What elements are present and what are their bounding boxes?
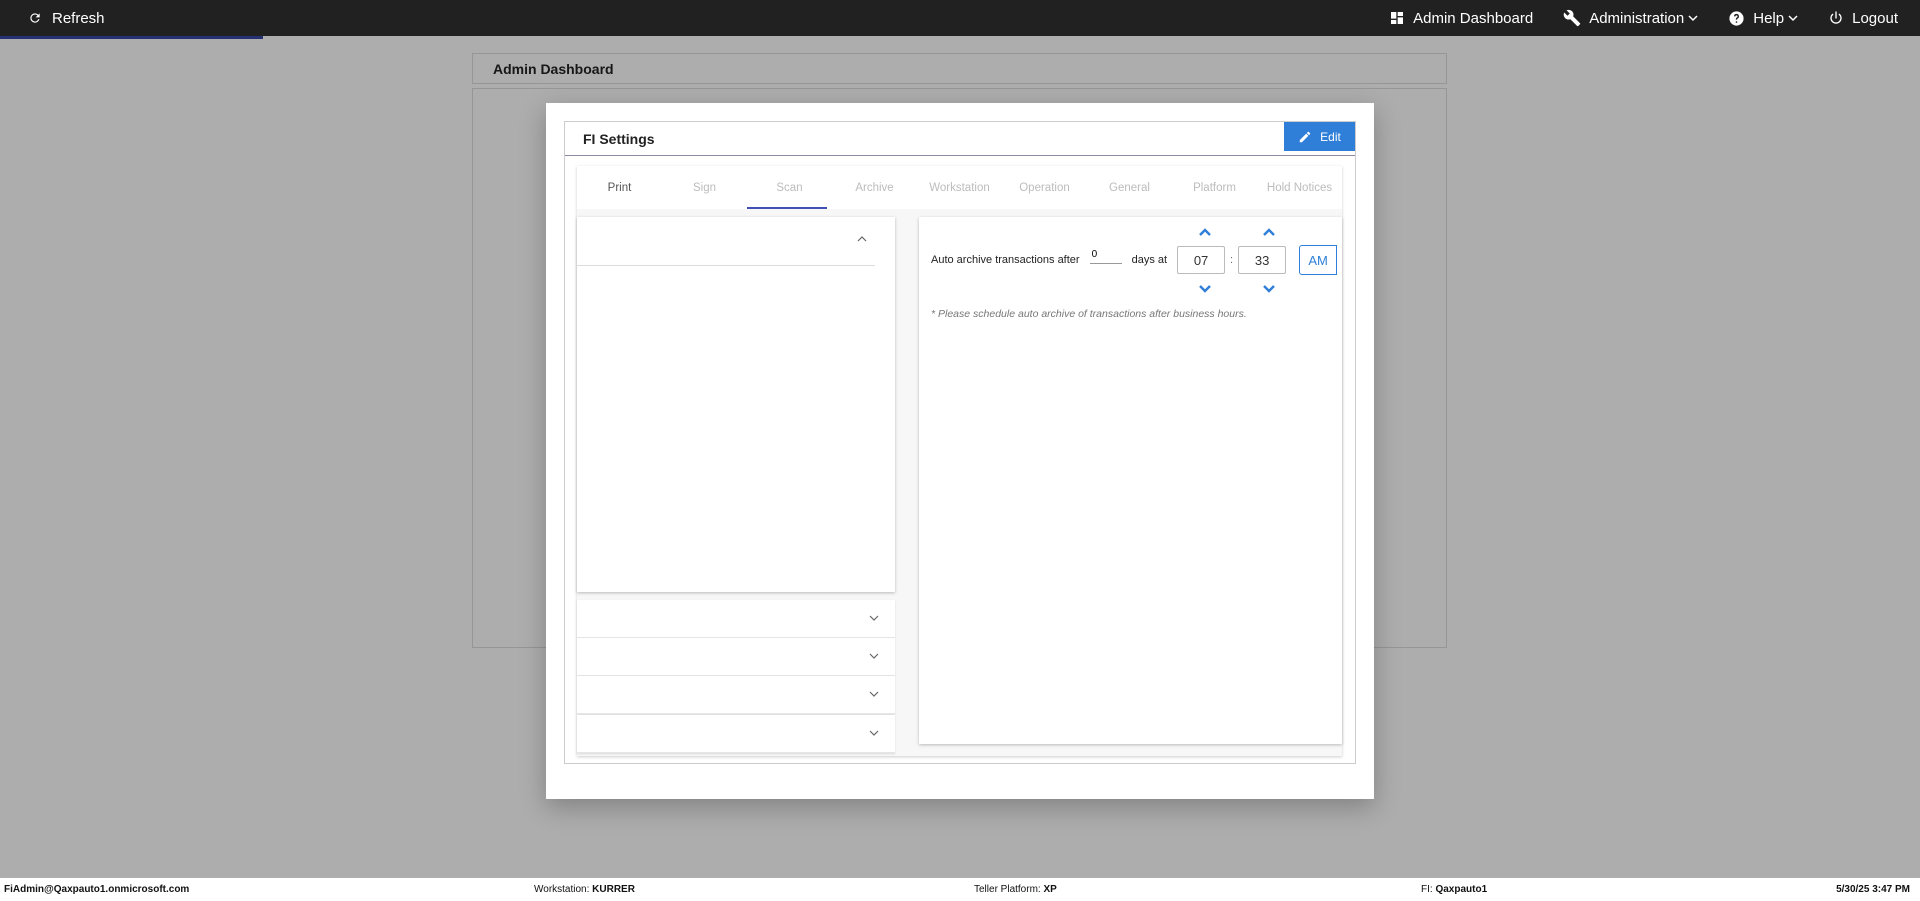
wrench-icon <box>1563 9 1581 27</box>
archive-days-input[interactable] <box>1089 248 1122 264</box>
settings-tab-container: Print Sign Scan Archive Workstation Oper… <box>577 166 1342 756</box>
chevron-down-icon <box>869 653 879 659</box>
dialog-title: FI Settings <box>583 130 655 147</box>
tab-print[interactable]: Print <box>577 166 662 209</box>
chevron-down-icon <box>869 730 879 736</box>
help-circle-icon <box>1729 10 1744 26</box>
expanded-panel-header[interactable] <box>577 217 875 266</box>
status-datetime: 5/30/25 3:47 PM <box>1836 884 1910 895</box>
time-separator: : <box>1230 254 1234 266</box>
nav-logout[interactable]: Logout <box>1828 10 1898 27</box>
nav-help[interactable]: Help <box>1728 10 1798 27</box>
status-platform-value: XP <box>1043 884 1057 895</box>
status-bar: FiAdmin@Qaxpauto1.onmicrosoft.com Workst… <box>0 878 1920 901</box>
nav-admin-dashboard-label: Admin Dashboard <box>1413 9 1534 27</box>
tab-workstation[interactable]: Workstation <box>917 166 1002 209</box>
archive-settings-panel: Auto archive transactions after days at … <box>919 217 1342 744</box>
expanded-panel <box>577 217 895 592</box>
status-workstation-value: KURRER <box>592 884 635 895</box>
accordion-item[interactable] <box>577 715 895 753</box>
hour-increment-icon[interactable] <box>1198 227 1212 237</box>
accordion-item[interactable] <box>577 600 895 638</box>
chevron-down-icon <box>1688 15 1698 22</box>
dialog-header: FI Settings Edit <box>565 122 1355 156</box>
nav-administration-label: Administration <box>1589 9 1685 27</box>
hour-input[interactable] <box>1177 246 1226 274</box>
refresh-label: Refresh <box>52 9 105 27</box>
nav-logout-label: Logout <box>1852 9 1898 27</box>
refresh-button[interactable]: Refresh <box>28 10 105 27</box>
tab-scan[interactable]: Scan <box>747 166 832 209</box>
am-pm-toggle[interactable]: AM <box>1299 245 1338 275</box>
status-user: FiAdmin@Qaxpauto1.onmicrosoft.com <box>4 884 190 895</box>
accordion-item[interactable] <box>577 676 895 714</box>
auto-archive-label: Auto archive transactions after <box>931 254 1080 266</box>
minute-decrement-icon[interactable] <box>1262 284 1276 294</box>
tab-sign[interactable]: Sign <box>662 166 747 209</box>
status-fi-label: FI: <box>1421 884 1433 895</box>
edit-button[interactable]: Edit <box>1284 122 1355 151</box>
minute-increment-icon[interactable] <box>1262 227 1276 237</box>
fi-settings-dialog: FI Settings Edit Print Sign Scan Archive… <box>546 103 1374 799</box>
status-fi-value: Qaxpauto1 <box>1435 884 1488 895</box>
status-platform-label: Teller Platform: <box>974 884 1041 895</box>
days-at-label: days at <box>1131 254 1168 266</box>
auto-archive-row: Auto archive transactions after days at … <box>931 245 1338 275</box>
top-navigation-bar: Refresh Admin Dashboard Administration H… <box>0 0 1920 36</box>
nav-administration[interactable]: Administration <box>1563 9 1698 27</box>
chevron-up-icon <box>857 236 867 242</box>
nav-help-label: Help <box>1753 9 1785 27</box>
tab-platform[interactable]: Platform <box>1172 166 1257 209</box>
tab-hold-notices[interactable]: Hold Notices <box>1257 166 1342 209</box>
tab-general[interactable]: General <box>1087 166 1172 209</box>
fi-settings-card: FI Settings Edit Print Sign Scan Archive… <box>564 121 1356 764</box>
chevron-down-icon <box>869 691 879 697</box>
chevron-down-icon <box>869 615 879 621</box>
archive-note: * Please schedule auto archive of transa… <box>931 308 1247 320</box>
settings-tabs: Print Sign Scan Archive Workstation Oper… <box>577 166 1342 209</box>
hour-decrement-icon[interactable] <box>1198 284 1212 294</box>
tab-archive[interactable]: Archive <box>832 166 917 209</box>
tab-operation[interactable]: Operation <box>1002 166 1087 209</box>
pencil-icon <box>1299 131 1311 142</box>
edit-button-label: Edit <box>1320 129 1341 144</box>
chevron-down-icon <box>1788 15 1798 22</box>
status-workstation-label: Workstation: <box>534 884 590 895</box>
power-icon <box>1830 11 1842 24</box>
top-nav-menu: Admin Dashboard Administration Help Logo… <box>1359 9 1898 27</box>
accordion-item[interactable] <box>577 638 895 676</box>
dashboard-icon <box>1391 12 1404 24</box>
refresh-icon <box>30 13 40 23</box>
minute-input[interactable] <box>1238 246 1287 274</box>
nav-admin-dashboard[interactable]: Admin Dashboard <box>1389 10 1533 27</box>
